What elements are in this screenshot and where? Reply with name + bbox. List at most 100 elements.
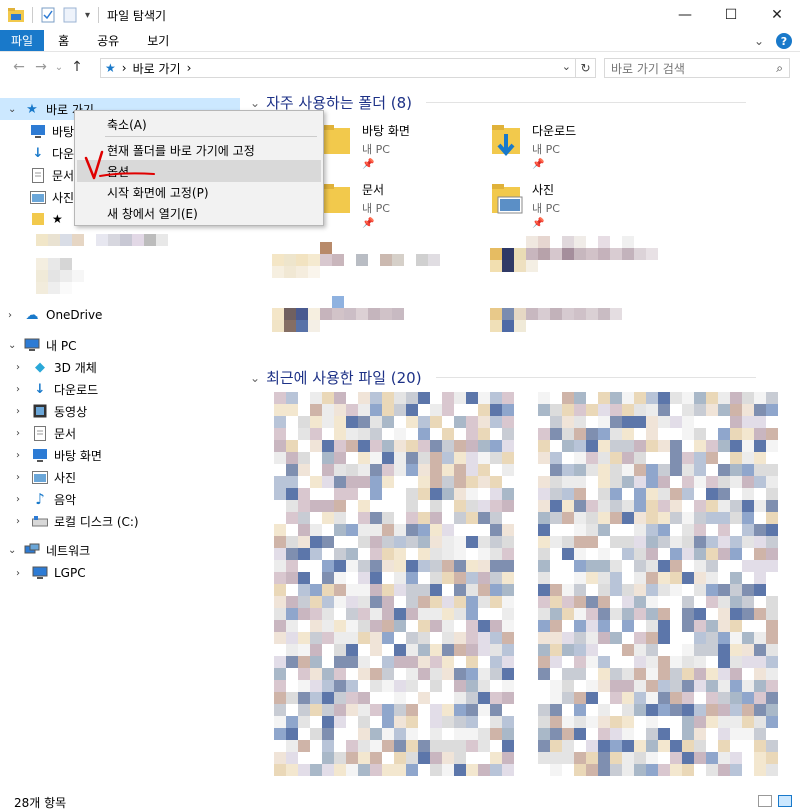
chevron-down-icon[interactable]: ⌄: [250, 371, 260, 385]
nav-onedrive[interactable]: › ☁ OneDrive: [0, 304, 102, 326]
redacted-pixel: [574, 488, 586, 500]
chevron-right-icon[interactable]: ›: [16, 472, 26, 483]
redacted-pixel: [346, 404, 358, 416]
tab-home[interactable]: 홈: [44, 30, 83, 51]
redacted-pixel: [598, 584, 610, 596]
address-dropdown-button[interactable]: ⌄: [562, 60, 571, 73]
tab-share[interactable]: 공유: [83, 30, 133, 51]
close-button[interactable]: ✕: [754, 0, 800, 30]
nav-qa-pictures[interactable]: 사진: [30, 186, 74, 208]
redacted-pixel: [466, 440, 478, 452]
redacted-pixel: [346, 428, 358, 440]
redacted-pixel: [526, 428, 538, 440]
address-bar[interactable]: ★ › 바로 가기 › ⌄: [100, 58, 576, 78]
redacted-pixel: [538, 440, 550, 452]
nav-pc-music[interactable]: › ♪ 음악: [16, 488, 76, 510]
tab-file[interactable]: 파일: [0, 30, 45, 51]
downloads-folder-icon: [492, 125, 520, 157]
customize-toolbar-icon[interactable]: ▾: [85, 10, 90, 21]
recent-locations-button[interactable]: ⌄: [52, 62, 66, 73]
up-button[interactable]: ↑: [66, 59, 88, 75]
menu-item-open-new-window[interactable]: 새 창에서 열기(E): [77, 202, 321, 224]
nav-pc-downloads[interactable]: › ↓ 다운로드: [16, 378, 98, 400]
redacted-pixel: [394, 524, 406, 536]
chevron-down-icon[interactable]: ⌄: [8, 104, 18, 115]
redacted-pixel: [718, 404, 730, 416]
redacted-pixel: [766, 728, 778, 740]
nav-this-pc[interactable]: ⌄ 내 PC: [0, 334, 76, 356]
chevron-down-icon[interactable]: ⌄: [8, 545, 18, 556]
chevron-right-icon[interactable]: ›: [16, 568, 26, 579]
redacted-pixel: [310, 572, 322, 584]
properties-icon[interactable]: [41, 7, 55, 23]
redacted-pixel: [658, 632, 670, 644]
nav-qa-desktop[interactable]: 바탕: [30, 120, 74, 142]
details-view-button[interactable]: [758, 795, 772, 807]
vertical-scrollbar[interactable]: [790, 86, 800, 792]
redacted-pixel: [418, 680, 430, 692]
search-icon[interactable]: ⌕: [776, 61, 783, 76]
refresh-button[interactable]: ↻: [576, 58, 596, 78]
chevron-right-icon[interactable]: ›: [8, 310, 18, 321]
redacted-pixel: [514, 584, 526, 596]
nav-pc-videos[interactable]: › 동영상: [16, 400, 87, 422]
redacted-pixel: [598, 716, 610, 728]
forward-button[interactable]: →: [30, 59, 52, 75]
document-icon: [32, 425, 48, 441]
chevron-right-icon[interactable]: ›: [16, 406, 26, 417]
breadcrumb-quick-access[interactable]: 바로 가기: [133, 60, 181, 77]
chevron-down-icon[interactable]: ⌄: [8, 340, 18, 351]
chevron-right-icon[interactable]: ›: [16, 516, 26, 527]
redacted-pixel: [310, 500, 322, 512]
large-icons-view-button[interactable]: [778, 795, 792, 807]
help-icon[interactable]: ?: [776, 33, 792, 49]
chevron-right-icon[interactable]: ›: [16, 384, 26, 395]
folder-tile-pictures[interactable]: 사진 내 PC 📌: [490, 181, 560, 229]
nav-network[interactable]: ⌄ 네트워크: [0, 539, 90, 561]
redacted-pixel: [598, 668, 610, 680]
redacted-pixel: [562, 560, 574, 572]
new-folder-icon[interactable]: [63, 7, 77, 23]
section-frequent-folders[interactable]: ⌄ 자주 사용하는 폴더 (8): [250, 92, 747, 113]
redacted-pixel: [574, 548, 586, 560]
redacted-pixel: [538, 416, 550, 428]
nav-pc-desktop[interactable]: › 바탕 화면: [16, 444, 102, 466]
nav-qa-starred-folder[interactable]: ★: [30, 208, 63, 230]
redacted-pixel: [658, 584, 670, 596]
chevron-down-icon[interactable]: ⌄: [250, 96, 260, 110]
minimize-button[interactable]: —: [662, 0, 708, 30]
redacted-pixel: [382, 692, 394, 704]
expand-ribbon-icon[interactable]: ⌄: [754, 34, 764, 48]
redacted-pixel: [406, 404, 418, 416]
folder-tile-desktop[interactable]: 바탕 화면 내 PC 📌: [320, 122, 410, 170]
breadcrumb-separator[interactable]: ›: [187, 61, 192, 75]
chevron-right-icon[interactable]: ›: [16, 450, 26, 461]
section-recent-files[interactable]: ⌄ 최근에 사용한 파일 (20): [250, 367, 756, 388]
search-box[interactable]: 바로 가기 검색 ⌕: [604, 58, 790, 78]
tab-view[interactable]: 보기: [133, 30, 183, 51]
redacted-pixel: [430, 548, 442, 560]
redacted-pixel: [334, 512, 346, 524]
nav-network-lgpc[interactable]: › LGPC: [16, 562, 86, 584]
redacted-pixel: [646, 440, 658, 452]
nav-pc-3d-objects[interactable]: › ◆ 3D 개체: [16, 356, 97, 378]
redacted-pixel: [742, 620, 754, 632]
redacted-pixel: [634, 488, 646, 500]
nav-pc-documents[interactable]: › 문서: [16, 422, 76, 444]
chevron-right-icon[interactable]: ›: [16, 428, 26, 439]
redacted-pixel: [430, 464, 442, 476]
menu-item-collapse[interactable]: 축소(A): [77, 113, 321, 135]
chevron-right-icon[interactable]: ›: [16, 362, 26, 373]
maximize-button[interactable]: ☐: [708, 0, 754, 30]
nav-pc-local-disk[interactable]: › 로컬 디스크 (C:): [16, 510, 139, 532]
nav-pc-pictures[interactable]: › 사진: [16, 466, 76, 488]
chevron-right-icon[interactable]: ›: [16, 494, 26, 505]
breadcrumb-separator[interactable]: ›: [122, 61, 127, 75]
redacted-pixel: [490, 752, 502, 764]
back-button[interactable]: ←: [8, 59, 30, 75]
redacted-pixel: [718, 500, 730, 512]
nav-qa-documents[interactable]: 문서: [30, 164, 74, 186]
redacted-pixel: [754, 716, 766, 728]
folder-tile-documents[interactable]: 문서 내 PC 📌: [320, 181, 390, 229]
folder-tile-downloads[interactable]: 다운로드 내 PC 📌: [490, 122, 576, 170]
